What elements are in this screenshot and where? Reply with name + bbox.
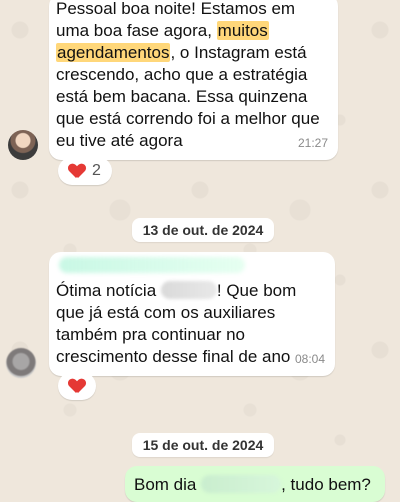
heart-icon (69, 164, 85, 178)
incoming-message-2[interactable]: Ótima notícia ! Que bom que já está com … (49, 252, 335, 376)
blurred-name-1 (160, 281, 217, 299)
message-text-1: Pessoal boa noite! Estamos em uma boa fa… (56, 0, 320, 150)
message-text-2: Ótima notícia ! Que bom que já está com … (56, 281, 297, 366)
date-divider-1: 13 de out. de 2024 (132, 218, 274, 242)
reaction-count: 2 (92, 162, 101, 179)
sender-avatar-2[interactable] (6, 348, 36, 378)
reaction-pill-1[interactable]: 2 (58, 157, 112, 185)
highlight-text-1: muitos (216, 21, 269, 40)
sender-avatar-1[interactable] (8, 130, 38, 160)
message-text-3: Bom dia , tudo bem? (134, 475, 371, 494)
incoming-message-1[interactable]: Pessoal boa noite! Estamos em uma boa fa… (49, 0, 338, 160)
heart-icon (69, 379, 85, 393)
reaction-pill-2[interactable] (58, 372, 96, 400)
outgoing-message-1[interactable]: Bom dia , tudo bem? (125, 466, 385, 502)
redacted-sender-name (59, 257, 245, 273)
message-time-2: 08:04 (294, 352, 325, 366)
message-time-1: 21:27 (297, 136, 328, 150)
date-divider-2: 15 de out. de 2024 (132, 433, 274, 457)
blurred-name-2 (201, 475, 282, 493)
highlight-text-2: agendamentos (56, 43, 171, 62)
